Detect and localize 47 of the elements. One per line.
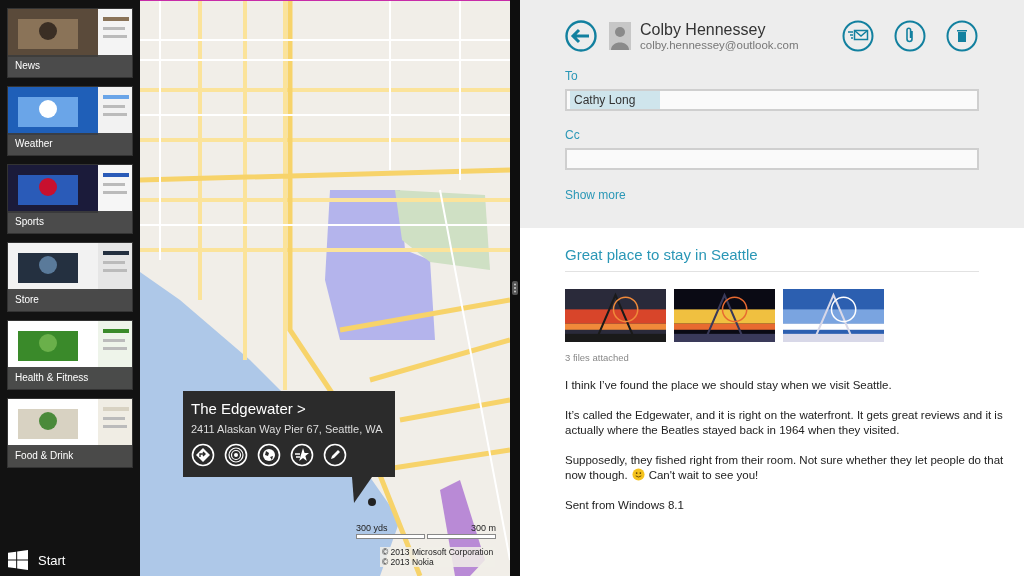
place-title-link[interactable]: The Edgewater > [191,400,387,417]
back-button[interactable] [565,20,597,52]
avatar [609,22,631,50]
directions-icon[interactable] [191,443,215,467]
app-label: Weather [8,133,132,155]
cc-label: Cc [565,128,581,142]
app-thumbnail[interactable]: News [7,8,133,78]
smiley-icon [631,468,645,481]
place-address: 2411 Alaskan Way Pier 67, Seattle, WA [191,423,383,435]
app-label: News [8,55,132,77]
body-text: Supposedly, they fished right from their room. Not sure whether they let people do that [565,453,1004,468]
recipient-chip[interactable]: Cathy Long [570,91,660,109]
splitter-handle[interactable] [512,281,518,295]
app-label: Food & Drink [8,445,132,467]
scale-label: 300 yds [356,523,388,533]
body-text: Can't wait to see you! [648,469,759,481]
start-button[interactable]: Start [0,550,140,576]
body-paragraph: I think I’ve found the place we should stay when we visit Seattle. [565,378,893,393]
subject-text: Great place to stay in Seattle [565,246,979,272]
windows-logo-icon [8,550,28,570]
copyright-text: © 2013 Microsoft Corporation [382,547,494,557]
body-paragraph: It’s called the Edgewater, and it is right on the waterfront. It gets great reviews and it is actually where the Beatles stayed back in 1964 when they visited. [565,408,1004,438]
app-thumbnail[interactable]: Store [7,242,133,312]
app-thumbnail[interactable]: Sports [7,164,133,234]
location-pin-icon [367,497,377,507]
app-label: Store [8,289,132,311]
app-label: Health & Fitness [8,367,132,389]
copyright-text: © 2013 Nokia [382,557,435,567]
to-field[interactable]: Cathy Long [565,89,979,111]
app-label: Sports [8,211,132,233]
pencil-icon[interactable] [323,443,347,467]
sender-name: Colby Hennessey [640,21,767,39]
delete-button[interactable] [946,20,978,52]
globe-icon[interactable] [257,443,281,467]
sender-email: colby.hennessey@outlook.com [640,39,799,51]
attachment-count: 3 files attached [565,352,630,363]
app-thumbnail[interactable]: Weather [7,86,133,156]
to-label: To [565,69,579,83]
target-icon[interactable] [224,443,248,467]
scale-label: 300 m [471,523,496,533]
send-button[interactable] [842,20,874,52]
attach-button[interactable] [894,20,926,52]
app-thumbnail[interactable]: Food & Drink [7,398,133,468]
app-thumbnail[interactable]: Health & Fitness [7,320,133,390]
cc-field[interactable] [565,148,979,170]
body-text: now though. [565,469,628,481]
body-paragraph: Sent from Windows 8.1 [565,498,685,513]
